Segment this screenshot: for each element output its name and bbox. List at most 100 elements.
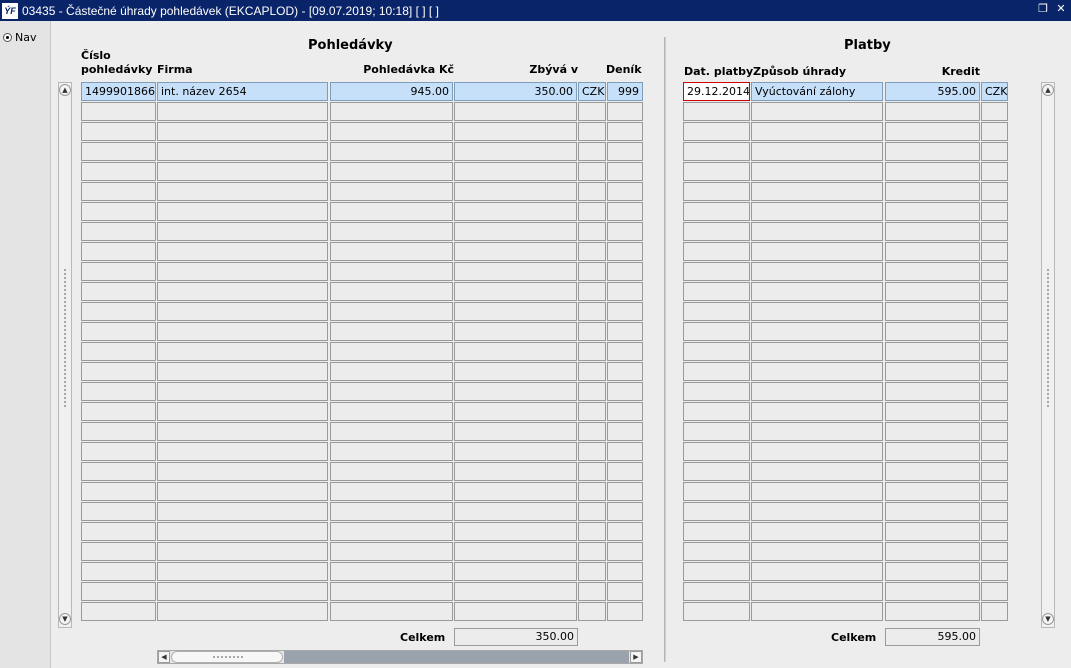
cell-zbyva[interactable] [454, 522, 577, 541]
cell-zpusob[interactable] [751, 362, 883, 381]
cell-denik[interactable] [607, 462, 643, 481]
cell-cislo[interactable] [81, 602, 156, 621]
cell-kredit[interactable] [885, 502, 980, 521]
cell-zpusob[interactable] [751, 282, 883, 301]
cell-zpusob[interactable] [751, 542, 883, 561]
cell-zpusob[interactable] [751, 102, 883, 121]
cell-zbyva[interactable] [454, 122, 577, 141]
cell-zbyva[interactable] [454, 142, 577, 161]
cell-mena[interactable] [578, 262, 606, 281]
cell-mena[interactable] [981, 602, 1008, 621]
cell-cislo[interactable] [81, 482, 156, 501]
cell-kredit[interactable] [885, 602, 980, 621]
cell-denik[interactable] [607, 182, 643, 201]
scroll-thumb[interactable] [171, 651, 283, 663]
cell-mena[interactable] [578, 342, 606, 361]
cell-mena[interactable] [981, 362, 1008, 381]
cell-zbyva[interactable] [454, 602, 577, 621]
cell-zpusob[interactable] [751, 402, 883, 421]
cell-firma[interactable] [157, 222, 328, 241]
cell-denik[interactable] [607, 482, 643, 501]
cell-denik[interactable] [607, 202, 643, 221]
cell-dat-platby[interactable] [683, 522, 750, 541]
scroll-down-icon[interactable]: ▼ [1042, 613, 1054, 625]
cell-zbyva[interactable] [454, 422, 577, 441]
cell-denik[interactable] [607, 122, 643, 141]
cell-pohledavka[interactable] [330, 442, 453, 461]
cell-mena[interactable] [578, 462, 606, 481]
cell-mena[interactable] [981, 222, 1008, 241]
cell-pohledavka[interactable] [330, 102, 453, 121]
cell-kredit[interactable] [885, 302, 980, 321]
cell-mena[interactable] [981, 502, 1008, 521]
cell-pohledavka[interactable] [330, 342, 453, 361]
cell-denik[interactable] [607, 102, 643, 121]
cell-zbyva[interactable] [454, 162, 577, 181]
cell-mena[interactable] [981, 142, 1008, 161]
cell-cislo[interactable] [81, 342, 156, 361]
cell-pohledavka[interactable] [330, 242, 453, 261]
cell-pohledavka[interactable] [330, 562, 453, 581]
cell-kredit[interactable] [885, 522, 980, 541]
cell-denik[interactable] [607, 322, 643, 341]
cell-kredit[interactable] [885, 262, 980, 281]
cell-mena[interactable] [981, 282, 1008, 301]
scroll-up-icon[interactable]: ▲ [1042, 84, 1054, 96]
cell-cislo[interactable] [81, 422, 156, 441]
restore-icon[interactable]: ❐ [1037, 3, 1049, 15]
cell-mena[interactable] [578, 602, 606, 621]
cell-denik[interactable] [607, 522, 643, 541]
cell-zbyva[interactable] [454, 102, 577, 121]
cell-pohledavka[interactable] [330, 602, 453, 621]
cell-dat-platby[interactable] [683, 282, 750, 301]
cell-cislo[interactable] [81, 382, 156, 401]
cell-kredit[interactable] [885, 342, 980, 361]
cell-mena[interactable] [578, 222, 606, 241]
cell-dat-platby[interactable] [683, 182, 750, 201]
scroll-left-icon[interactable]: ◀ [158, 651, 170, 663]
cell-dat-platby[interactable] [683, 462, 750, 481]
cell-cislo[interactable] [81, 582, 156, 601]
cell-denik[interactable] [607, 362, 643, 381]
cell-kredit[interactable] [885, 542, 980, 561]
cell-dat-platby[interactable] [683, 222, 750, 241]
cell-mena[interactable] [578, 282, 606, 301]
cell-kredit[interactable] [885, 402, 980, 421]
cell-firma[interactable] [157, 162, 328, 181]
cell-pohledavka[interactable] [330, 362, 453, 381]
right-vertical-scrollbar[interactable]: ▲ ▼ [1041, 82, 1055, 628]
cell-mena[interactable] [981, 342, 1008, 361]
cell-dat-platby[interactable] [683, 142, 750, 161]
cell-cislo[interactable] [81, 242, 156, 261]
cell-dat-platby[interactable] [683, 542, 750, 561]
cell-cislo[interactable]: 1499901866 [81, 82, 156, 101]
cell-zpusob[interactable] [751, 562, 883, 581]
cell-firma[interactable] [157, 102, 328, 121]
cell-mena[interactable] [981, 422, 1008, 441]
cell-mena[interactable] [981, 382, 1008, 401]
cell-dat-platby[interactable] [683, 102, 750, 121]
cell-zpusob[interactable] [751, 482, 883, 501]
cell-denik[interactable] [607, 162, 643, 181]
cell-denik[interactable] [607, 602, 643, 621]
cell-cislo[interactable] [81, 502, 156, 521]
cell-firma[interactable] [157, 302, 328, 321]
cell-pohledavka[interactable] [330, 542, 453, 561]
cell-mena[interactable] [578, 502, 606, 521]
cell-zpusob[interactable] [751, 422, 883, 441]
cell-zbyva[interactable] [454, 462, 577, 481]
cell-firma[interactable] [157, 502, 328, 521]
cell-pohledavka[interactable] [330, 502, 453, 521]
cell-cislo[interactable] [81, 222, 156, 241]
cell-zpusob[interactable]: Vyúctování zálohy [751, 82, 883, 101]
cell-dat-platby[interactable] [683, 122, 750, 141]
cell-zbyva[interactable] [454, 222, 577, 241]
cell-dat-platby[interactable] [683, 162, 750, 181]
cell-kredit[interactable] [885, 582, 980, 601]
radio-selected-icon[interactable] [3, 33, 12, 42]
cell-cislo[interactable] [81, 102, 156, 121]
cell-firma[interactable] [157, 442, 328, 461]
cell-zpusob[interactable] [751, 122, 883, 141]
cell-kredit[interactable] [885, 422, 980, 441]
cell-dat-platby[interactable] [683, 402, 750, 421]
